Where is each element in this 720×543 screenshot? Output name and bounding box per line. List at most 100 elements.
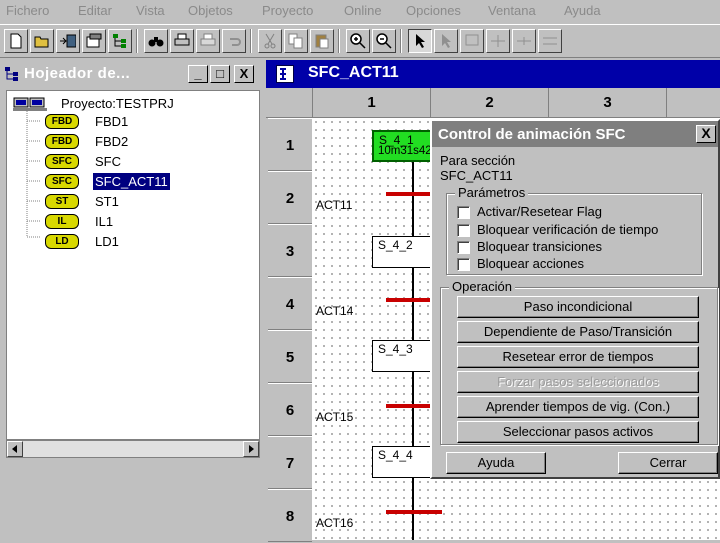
horizontal-scrollbar[interactable] bbox=[6, 440, 260, 458]
row-6: 6 bbox=[268, 383, 312, 436]
il-icon: IL bbox=[45, 214, 79, 229]
column-4 bbox=[666, 88, 720, 118]
tree-item-fbd2[interactable]: FBD FBD2 bbox=[45, 133, 255, 151]
project-label: Proyecto:TESTPRJ bbox=[61, 96, 174, 111]
parameters-group: Parámetros Activar/Resetear Flag Bloquea… bbox=[446, 185, 702, 275]
sfc-icon: SFC bbox=[45, 174, 79, 189]
unconditional-step-button[interactable]: Paso incondicional bbox=[457, 296, 699, 318]
step-transition-dependent-button[interactable]: Dependiente de Paso/Transición bbox=[457, 321, 699, 343]
properties-icon[interactable] bbox=[82, 29, 106, 53]
tree-item-sfc-act11[interactable]: SFC SFC_ACT11 bbox=[45, 173, 255, 191]
lock-actions-checkbox[interactable] bbox=[457, 258, 470, 271]
tree-icon[interactable] bbox=[108, 29, 132, 53]
menu-fichero[interactable]: Fichero bbox=[6, 3, 49, 18]
menu-bar: Fichero Editar Vista Objetos Proyecto On… bbox=[0, 0, 720, 22]
menu-opciones[interactable]: Opciones bbox=[406, 3, 461, 18]
zoom-in-icon[interactable] bbox=[346, 29, 370, 53]
project-tree: Proyecto:TESTPRJ FBD FBD1 FBD FBD2 SFC S… bbox=[6, 90, 260, 440]
transition-label: ACT15 bbox=[316, 410, 354, 424]
close-button[interactable]: X bbox=[234, 65, 254, 83]
parameters-title: Parámetros bbox=[455, 185, 529, 200]
column-header: 1 2 3 bbox=[266, 88, 720, 118]
computer-icon bbox=[13, 97, 47, 111]
scroll-left-icon[interactable] bbox=[7, 441, 23, 457]
jump-icon[interactable] bbox=[538, 29, 562, 53]
activate-reset-flag-label: Activar/Resetear Flag bbox=[477, 204, 602, 219]
workspace-background bbox=[0, 462, 262, 540]
menu-proyecto[interactable]: Proyecto bbox=[262, 3, 313, 18]
tree-item-sfc[interactable]: SFC SFC bbox=[45, 153, 255, 171]
lock-time-check-label: Bloquear verificación de tiempo bbox=[477, 222, 659, 237]
dialog-title: Control de animación SFC bbox=[438, 126, 626, 143]
tree-item-il1[interactable]: IL IL1 bbox=[45, 213, 255, 231]
tree-item-ld1[interactable]: LD LD1 bbox=[45, 233, 255, 251]
help-button[interactable]: Ayuda bbox=[446, 452, 546, 474]
tree-item-label: ST1 bbox=[95, 194, 119, 209]
cut-icon[interactable] bbox=[258, 29, 282, 53]
reset-time-error-button[interactable]: Resetear error de tiempos bbox=[457, 346, 699, 368]
lock-time-check-checkbox[interactable] bbox=[457, 224, 470, 237]
new-icon[interactable] bbox=[4, 29, 28, 53]
row-1: 1 bbox=[268, 118, 312, 171]
tree-item-st1[interactable]: ST ST1 bbox=[45, 193, 255, 211]
transition-label: ACT16 bbox=[316, 516, 354, 530]
zoom-out-icon[interactable] bbox=[372, 29, 396, 53]
scroll-right-icon[interactable] bbox=[243, 441, 259, 457]
row-5: 5 bbox=[268, 330, 312, 383]
menu-vista[interactable]: Vista bbox=[136, 3, 165, 18]
step-name: S_4_4 bbox=[378, 448, 413, 462]
operation-group: Operación Paso incondicional Dependiente… bbox=[440, 279, 718, 445]
sfc-section-icon bbox=[276, 65, 294, 83]
binoculars-icon[interactable] bbox=[144, 29, 168, 53]
tree-item-label: SFC_ACT11 bbox=[93, 173, 170, 190]
menu-ventana[interactable]: Ventana bbox=[488, 3, 536, 18]
sfc-icon: SFC bbox=[45, 154, 79, 169]
force-selected-steps-button[interactable]: Forzar pasos seleccionados bbox=[457, 371, 699, 393]
lock-transitions-checkbox[interactable] bbox=[457, 241, 470, 254]
learn-watchdog-times-button[interactable]: Aprender tiempos de vig. (Con.) bbox=[457, 396, 699, 418]
menu-ayuda[interactable]: Ayuda bbox=[564, 3, 601, 18]
menu-editar[interactable]: Editar bbox=[78, 3, 112, 18]
transition-label: ACT14 bbox=[316, 304, 354, 318]
print-preview-icon[interactable] bbox=[196, 29, 220, 53]
step-transition-icon[interactable] bbox=[460, 29, 484, 53]
column-2: 2 bbox=[430, 88, 548, 118]
column-1: 1 bbox=[312, 88, 430, 118]
minimize-button[interactable]: _ bbox=[188, 65, 208, 83]
select-active-steps-button[interactable]: Seleccionar pasos activos bbox=[457, 421, 699, 443]
pointer-icon[interactable] bbox=[408, 29, 432, 53]
cross-icon[interactable] bbox=[512, 29, 536, 53]
undo-icon[interactable] bbox=[222, 29, 246, 53]
copy-icon[interactable] bbox=[284, 29, 308, 53]
print-icon[interactable] bbox=[170, 29, 194, 53]
sfc-transition[interactable] bbox=[386, 510, 442, 514]
sfc-title: SFC_ACT11 bbox=[308, 64, 399, 81]
row-7: 7 bbox=[268, 436, 312, 489]
ld-icon: LD bbox=[45, 234, 79, 249]
for-section-label: Para sección bbox=[440, 153, 516, 168]
maximize-button[interactable]: □ bbox=[210, 65, 230, 83]
sfc-animation-dialog: Control de animación SFC X Para sección … bbox=[430, 119, 720, 479]
lock-transitions-label: Bloquear transiciones bbox=[477, 239, 603, 254]
branch-icon[interactable] bbox=[486, 29, 510, 53]
column-3: 3 bbox=[548, 88, 666, 118]
tree-item-label: SFC bbox=[95, 154, 121, 169]
activate-reset-flag-checkbox[interactable] bbox=[457, 206, 470, 219]
tree-item-label: FBD2 bbox=[95, 134, 129, 149]
paste-icon[interactable] bbox=[310, 29, 334, 53]
close-dialog-button[interactable]: Cerrar bbox=[618, 452, 718, 474]
fbd-icon: FBD bbox=[45, 114, 79, 129]
dialog-close-button[interactable]: X bbox=[696, 125, 716, 143]
sfc-title-bar[interactable]: SFC_ACT11 bbox=[266, 60, 720, 88]
browser-title-bar[interactable]: Hojeador de... _ □ X bbox=[2, 62, 260, 86]
transition-label: ACT11 bbox=[316, 198, 353, 212]
open-icon[interactable] bbox=[30, 29, 54, 53]
menu-online[interactable]: Online bbox=[344, 3, 382, 18]
step-icon[interactable] bbox=[434, 29, 458, 53]
menu-objetos[interactable]: Objetos bbox=[188, 3, 233, 18]
tree-item-label: LD1 bbox=[95, 234, 119, 249]
dialog-title-bar[interactable]: Control de animación SFC X bbox=[432, 121, 718, 147]
tree-item-fbd1[interactable]: FBD FBD1 bbox=[45, 113, 255, 131]
save-icon[interactable] bbox=[56, 29, 80, 53]
section-name: SFC_ACT11 bbox=[440, 168, 513, 183]
